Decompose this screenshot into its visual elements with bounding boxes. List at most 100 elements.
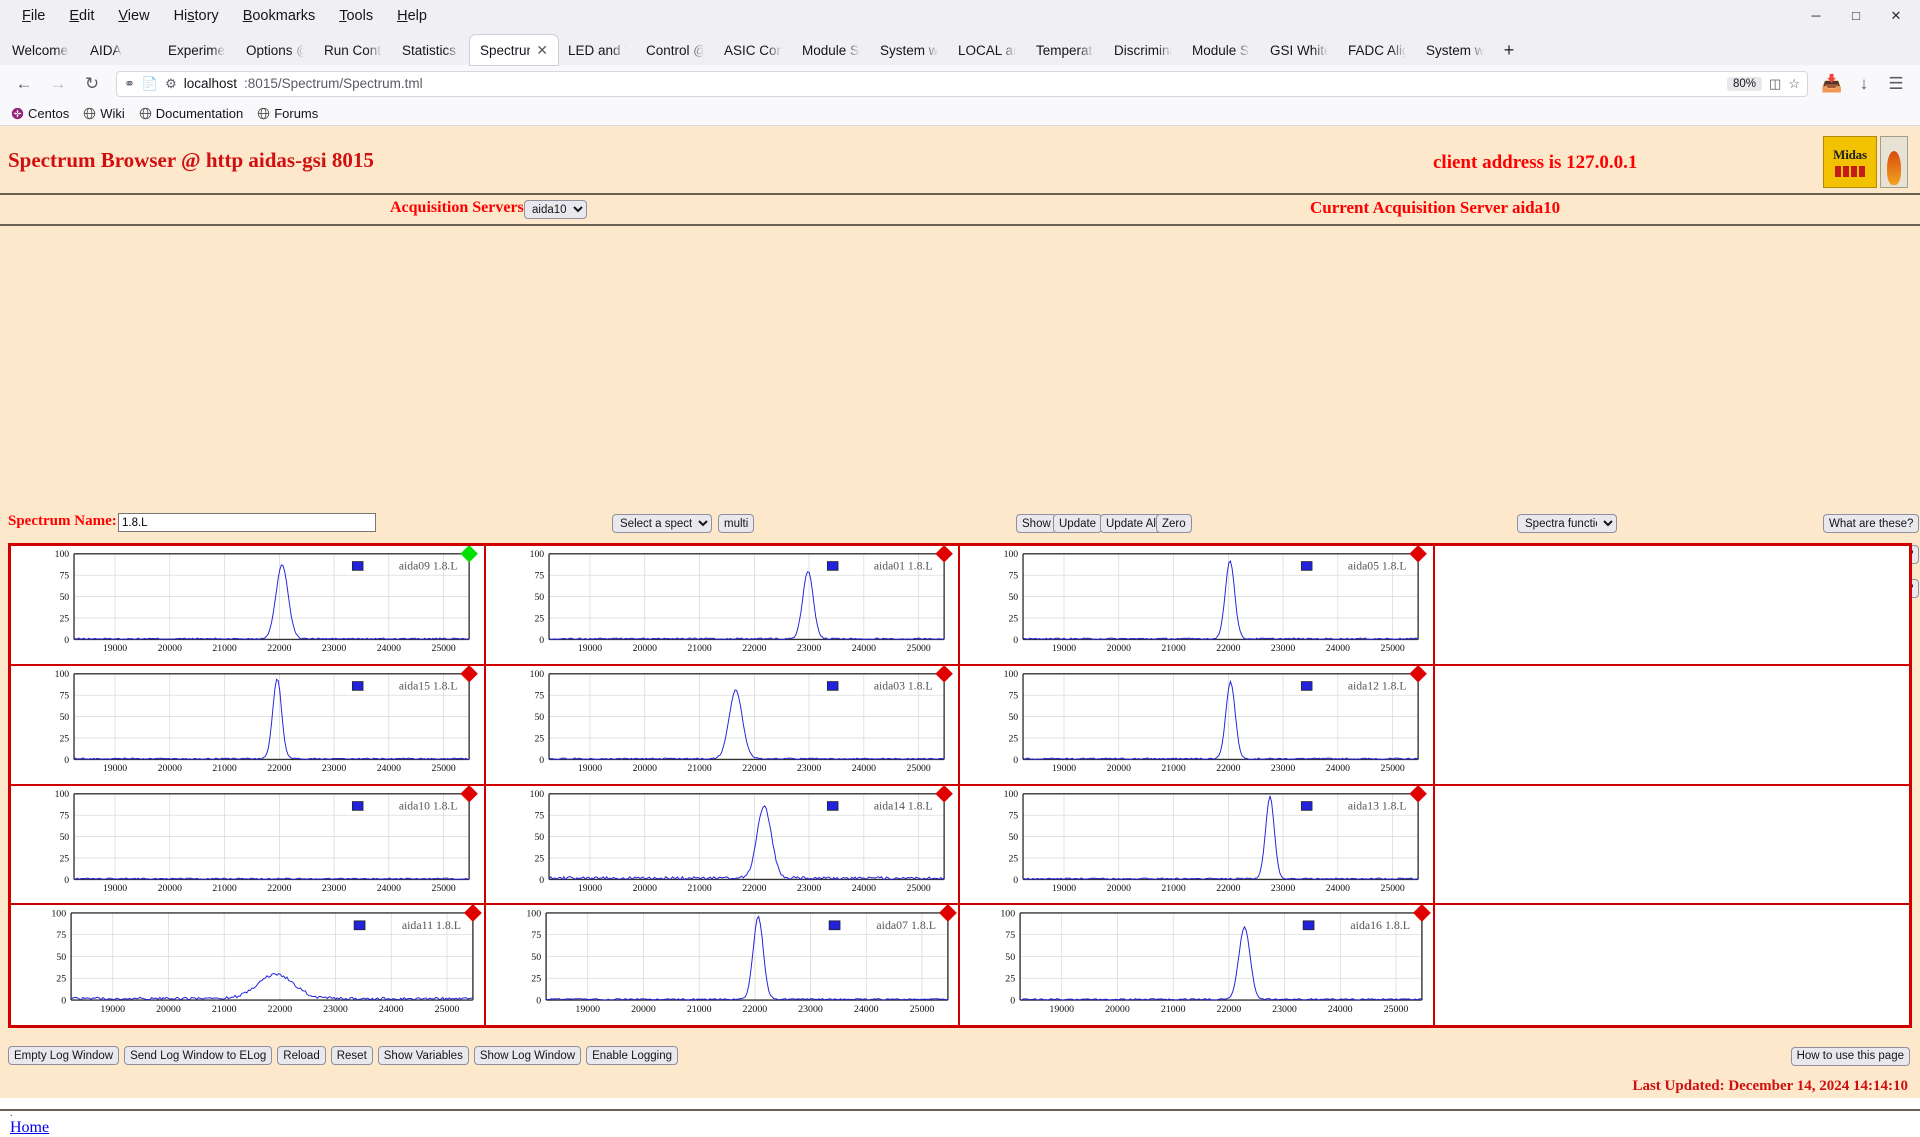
spectrum-panel[interactable]: 0 25 50 75 100 19000 20000 21000 22000 23000 24000… [485, 665, 960, 786]
spectrum-panel[interactable]: 0 25 50 75 100 19000 20000 21000 22000 23000 24000… [960, 785, 1435, 906]
zero-button[interactable]: Zero [1156, 514, 1192, 533]
footer-button-reset[interactable]: Reset [330, 1046, 373, 1065]
bookmark-star-icon[interactable]: ☆ [1788, 76, 1800, 92]
browser-tab-11[interactable]: System wide [870, 35, 948, 65]
browser-tab-7[interactable]: LED and Wa [558, 35, 636, 65]
browser-tab-0[interactable]: Welcome to [2, 35, 80, 65]
maximize-icon[interactable]: □ [1836, 2, 1876, 30]
browser-tab-15[interactable]: Module Sett [1182, 35, 1260, 65]
status-diamond-icon [460, 665, 478, 683]
multi-button[interactable]: multi [718, 514, 755, 533]
centos-icon [11, 107, 24, 120]
menu-tools[interactable]: Tools [327, 6, 385, 26]
browser-tab-16[interactable]: GSI White R [1260, 35, 1338, 65]
spectrum-panel-empty[interactable] [1434, 546, 1909, 666]
browser-tab-label: AIDA [90, 42, 122, 58]
spectrum-panel[interactable]: 0 25 50 75 100 19000 20000 21000 22000 23000 24000… [11, 785, 486, 906]
menu-history[interactable]: History [162, 6, 231, 26]
back-icon[interactable]: ← [9, 70, 39, 98]
acquisition-server-select[interactable]: aida10 [524, 200, 587, 219]
spectrum-panel[interactable]: 0 25 50 75 100 19000 20000 21000 22000 23000 24000… [485, 905, 960, 1025]
zoom-level-badge[interactable]: 80% [1727, 76, 1763, 91]
last-updated-text: Last Updated: December 14, 2024 14:14:10 [1632, 1078, 1908, 1094]
footer-button-empty-log-window[interactable]: Empty Log Window [8, 1046, 120, 1065]
spectrum-panel[interactable]: 0 25 50 75 100 19000 20000 21000 22000 23000 24000… [485, 785, 960, 906]
spectrum-panel[interactable]: 0 25 50 75 100 19000 20000 21000 22000 23000 24000… [960, 665, 1435, 786]
reader-view-icon[interactable]: ◫ [1769, 76, 1781, 92]
spectrum-panel[interactable]: 0 25 50 75 100 19000 20000 21000 22000 23000 24000… [960, 546, 1435, 666]
address-bar[interactable]: ⚭ 📄 ⚙ localhost:8015/Spectrum/Spectrum.t… [116, 70, 1808, 97]
svg-text:20000: 20000 [158, 643, 182, 654]
select-spectrum-dropdown[interactable]: Select a spectrum [612, 514, 712, 533]
spectra-functions-dropdown[interactable]: Spectra functions [1517, 514, 1617, 533]
what-are-these-button-1[interactable]: What are these? [1823, 514, 1920, 533]
bookmark-wiki[interactable]: Wiki [83, 106, 125, 121]
new-tab-icon[interactable]: + [1494, 35, 1524, 65]
spectrum-panel[interactable]: 0 25 50 75 100 19000 20000 21000 22000 23000 24000… [485, 546, 960, 666]
footer-button-send-log-window-to-elog[interactable]: Send Log Window to ELog [124, 1046, 273, 1065]
browser-tab-18[interactable]: System wide [1416, 35, 1494, 65]
downloads-icon[interactable]: ↓ [1849, 70, 1879, 98]
browser-tab-6[interactable]: Spectrum ✕ [470, 35, 558, 65]
menu-edit[interactable]: Edit [57, 6, 106, 26]
footer-button-show-log-window[interactable]: Show Log Window [473, 1046, 582, 1065]
browser-tab-2[interactable]: Experiment @ [158, 35, 236, 65]
spectrum-plot: 0 25 50 75 100 19000 20000 21000 22000 23000 24000… [1004, 665, 1427, 774]
spectrum-panel[interactable]: 0 25 50 75 100 19000 20000 21000 22000 23000 24000… [11, 905, 486, 1025]
current-acquisition-server-text: Current Acquisition Server aida10 [1310, 198, 1561, 217]
svg-text:21000: 21000 [1161, 643, 1185, 654]
browser-tab-9[interactable]: ASIC Contro [714, 35, 792, 65]
reload-icon[interactable]: ↻ [77, 70, 107, 98]
browser-tab-8[interactable]: Control @ a [636, 35, 714, 65]
svg-text:75: 75 [534, 690, 544, 701]
footer-button-enable-logging[interactable]: Enable Logging [586, 1046, 679, 1065]
app-menu-icon[interactable]: ☰ [1881, 70, 1911, 98]
browser-tab-12[interactable]: LOCAL and [948, 35, 1026, 65]
svg-text:aida03 1.8.L: aida03 1.8.L [873, 679, 932, 692]
shield-icon[interactable]: ⚭ [124, 76, 135, 92]
how-to-use-this-page-button[interactable]: How to use this page [1790, 1046, 1910, 1066]
browser-tab-10[interactable]: Module Sett [792, 35, 870, 65]
permissions-icon[interactable]: ⚙ [165, 76, 177, 92]
spectrum-name-input[interactable] [118, 513, 376, 532]
bookmark-label: Documentation [155, 106, 244, 121]
spectrum-plot: 0 25 50 75 100 19000 20000 21000 22000 23000 24000… [51, 905, 482, 1015]
footer-button-reload[interactable]: Reload [277, 1046, 326, 1065]
bookmark-documentation[interactable]: Documentation [139, 106, 243, 121]
update-button[interactable]: Update [1053, 514, 1103, 533]
home-link[interactable]: Home [10, 1119, 49, 1137]
browser-tab-14[interactable]: Discriminato [1104, 35, 1182, 65]
tab-close-icon[interactable]: ✕ [536, 42, 548, 59]
spectrum-panel-empty[interactable] [1434, 785, 1909, 906]
spectrum-panel[interactable]: 0 25 50 75 100 19000 20000 21000 22000 23000 24000… [11, 665, 486, 786]
browser-tab-1[interactable]: AIDA [80, 35, 158, 65]
svg-text:21000: 21000 [687, 643, 711, 654]
browser-tab-3[interactable]: Options @ a [236, 35, 314, 65]
minimize-icon[interactable]: ─ [1796, 2, 1836, 30]
spectrum-panel-empty[interactable] [1434, 665, 1909, 786]
update-all-button[interactable]: Update All [1100, 514, 1165, 533]
spectrum-panel[interactable]: 0 25 50 75 100 19000 20000 21000 22000 23000 24000… [960, 905, 1435, 1025]
close-icon[interactable]: ✕ [1876, 2, 1916, 30]
spectrum-panel-empty[interactable] [1434, 905, 1909, 1025]
show-button[interactable]: Show [1016, 514, 1057, 533]
browser-tab-4[interactable]: Run Control [314, 35, 392, 65]
bookmark-centos[interactable]: Centos [11, 106, 69, 121]
browser-tab-13[interactable]: Temperature [1026, 35, 1104, 65]
footer-button-show-variables[interactable]: Show Variables [377, 1046, 469, 1065]
browser-tab-5[interactable]: Statistics @ [392, 35, 470, 65]
spectrum-panel[interactable]: 0 25 50 75 100 19000 20000 21000 22000 23000 24000… [11, 546, 486, 666]
svg-text:22000: 22000 [1216, 763, 1240, 774]
menu-bookmarks[interactable]: Bookmarks [231, 6, 328, 26]
svg-text:19000: 19000 [1052, 883, 1076, 894]
menu-help[interactable]: Help [385, 6, 439, 26]
svg-text:100: 100 [51, 909, 66, 920]
bookmark-forums[interactable]: Forums [257, 106, 318, 121]
menu-view[interactable]: View [106, 6, 161, 26]
svg-text:22000: 22000 [267, 763, 291, 774]
pocket-icon[interactable]: 📥 [1817, 70, 1847, 98]
browser-tab-17[interactable]: FADC Align [1338, 35, 1416, 65]
svg-text:75: 75 [1008, 571, 1018, 582]
forward-icon[interactable]: → [43, 70, 73, 98]
menu-file[interactable]: File [10, 6, 57, 26]
